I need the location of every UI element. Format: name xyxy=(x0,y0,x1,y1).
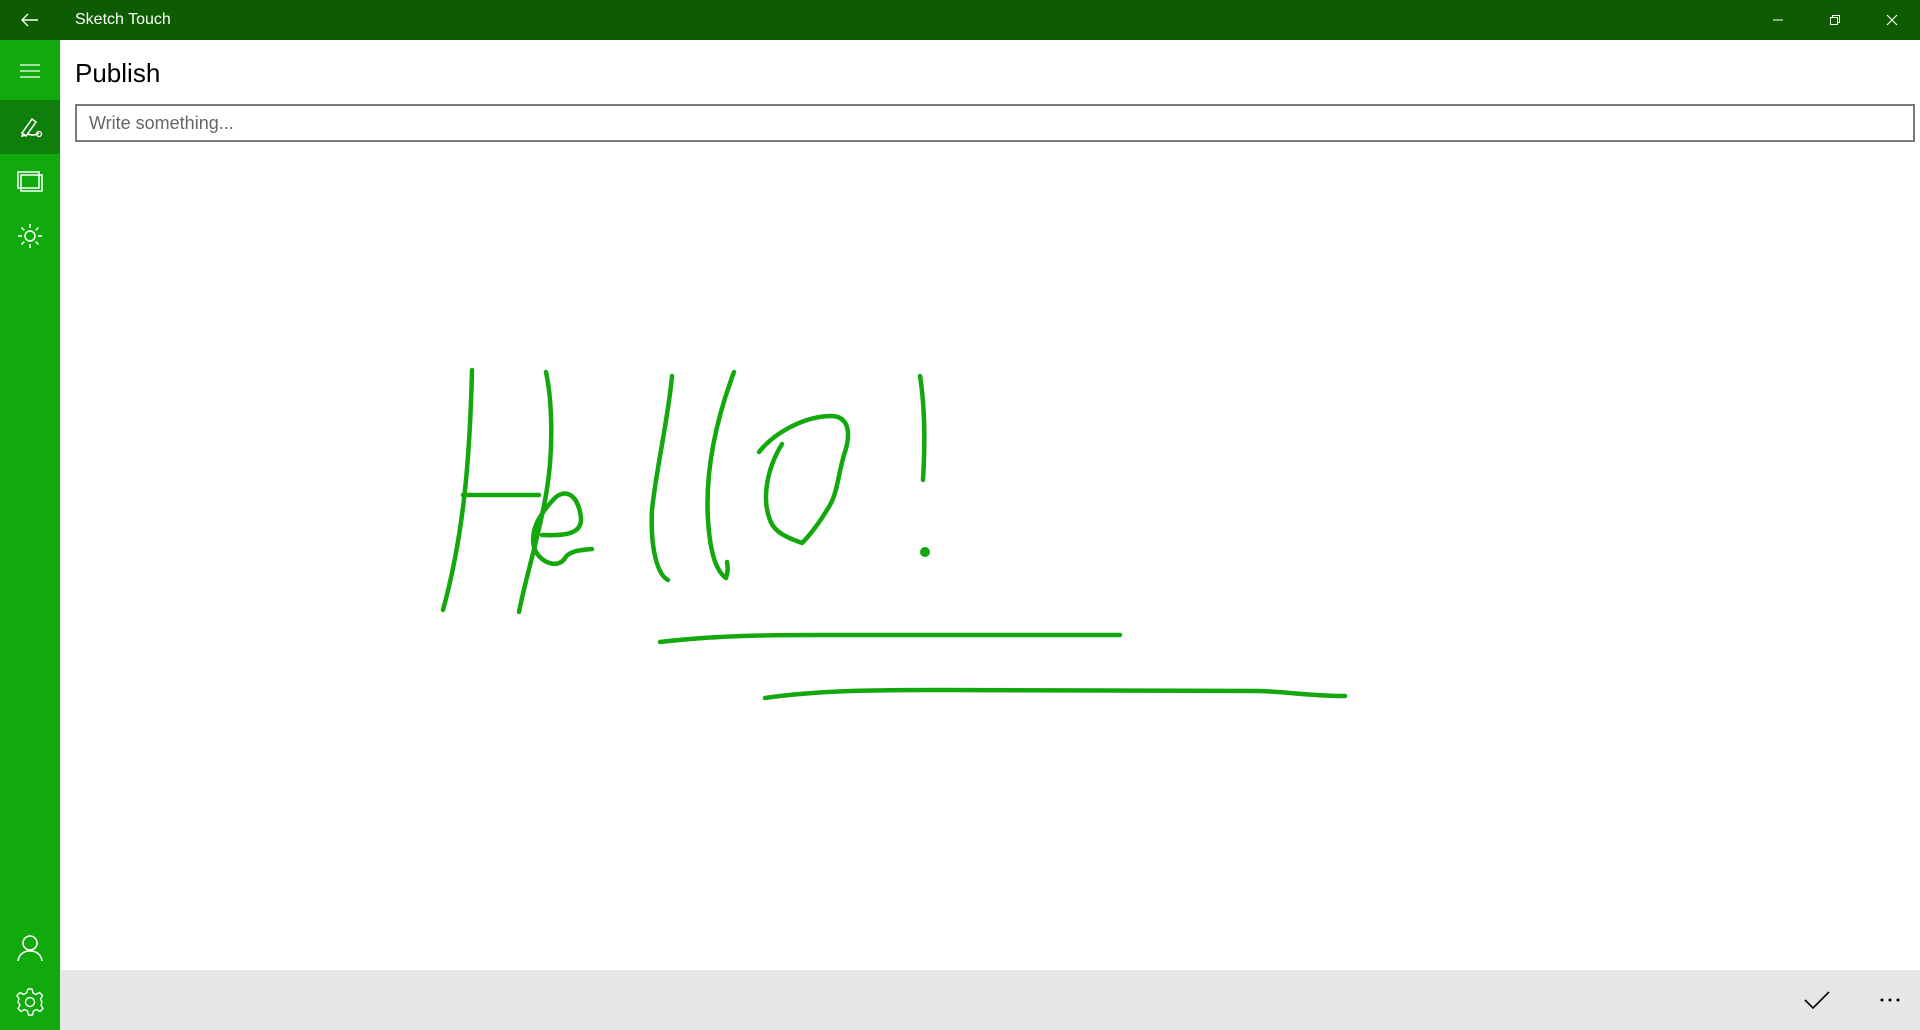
page-title: Publish xyxy=(75,58,161,88)
sketch-drawing xyxy=(440,367,1348,701)
stroke-h-right xyxy=(516,369,554,615)
stroke-exclaim-dot xyxy=(920,547,930,557)
sidebar xyxy=(0,40,60,1030)
underline-1 xyxy=(657,632,1123,645)
app-title: Sketch Touch xyxy=(75,11,171,28)
restore-icon xyxy=(1829,15,1840,25)
sidebar-item-brightness[interactable] xyxy=(0,209,60,263)
back-arrow-icon xyxy=(20,13,38,27)
stroke-l-1 xyxy=(649,373,675,583)
sidebar-item-account[interactable] xyxy=(0,921,60,975)
stroke-o xyxy=(756,413,851,546)
main-panel: Publish xyxy=(60,40,1920,970)
stroke-exclaim xyxy=(917,373,927,483)
sidebar-item-gallery[interactable] xyxy=(0,155,60,209)
write-something-input[interactable] xyxy=(75,104,1915,142)
title-bar: Sketch Touch xyxy=(0,0,1920,40)
stroke-l-2 xyxy=(705,369,737,581)
stroke-h-left xyxy=(440,367,475,613)
bottom-app-bar xyxy=(60,970,1920,1030)
hamburger-icon xyxy=(20,64,40,78)
sun-icon xyxy=(18,224,42,248)
close-button[interactable] xyxy=(1863,0,1920,40)
gallery-icon xyxy=(17,171,43,192)
more-icon xyxy=(1880,998,1900,1002)
hamburger-menu-button[interactable] xyxy=(0,44,60,98)
stroke-e xyxy=(530,491,595,566)
underline-2 xyxy=(762,687,1348,701)
sidebar-item-settings[interactable] xyxy=(0,975,60,1029)
checkmark-icon xyxy=(1804,991,1830,1010)
more-button[interactable] xyxy=(1860,970,1920,1030)
restore-button[interactable] xyxy=(1806,0,1863,40)
window-controls xyxy=(1749,0,1920,40)
sidebar-item-sketch[interactable] xyxy=(0,100,60,154)
pen-icon xyxy=(20,117,43,138)
minimize-icon xyxy=(1772,19,1783,21)
person-icon xyxy=(17,935,43,962)
minimize-button[interactable] xyxy=(1749,0,1806,40)
confirm-button[interactable] xyxy=(1787,970,1847,1030)
gear-icon xyxy=(16,988,44,1016)
close-icon xyxy=(1886,14,1897,26)
back-button[interactable] xyxy=(0,0,59,40)
sketch-canvas[interactable] xyxy=(60,150,1920,970)
